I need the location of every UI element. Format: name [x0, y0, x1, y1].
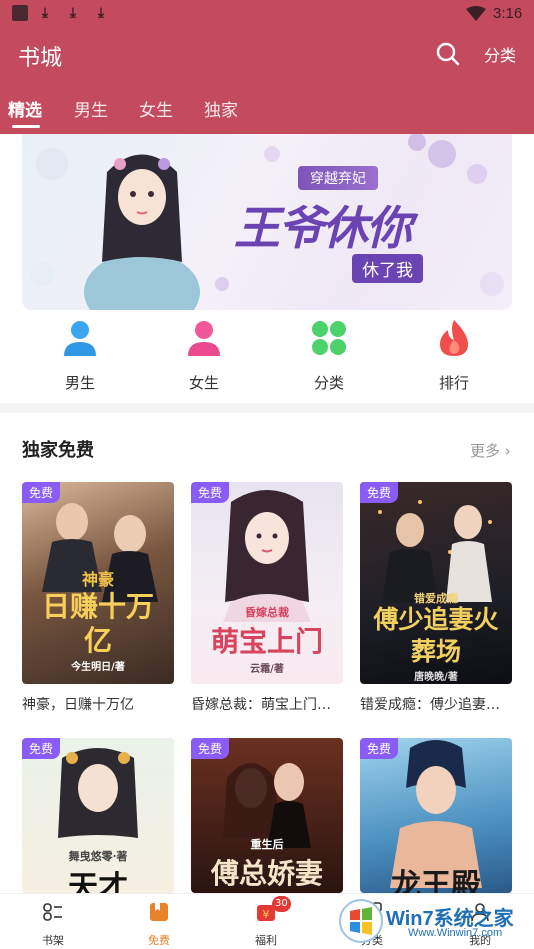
banner-title: 王爷休你: [234, 201, 412, 255]
section-divider: [0, 403, 534, 413]
nav-welfare[interactable]: ¥ 30 福利: [236, 896, 296, 948]
quick-nav-male[interactable]: 男生: [40, 314, 120, 394]
cover-title: 龙王殿: [391, 868, 481, 893]
nav-label: 免费: [148, 934, 170, 947]
cover-title: 傅总娇妻: [210, 857, 323, 890]
search-icon[interactable]: [434, 40, 462, 68]
watermark: Win7系统之家 Www.Winwin7.com: [338, 896, 530, 946]
book-cover: 免费 重生后 傅总娇妻: [191, 738, 343, 893]
cover-author: 云霜/著: [250, 664, 284, 675]
quick-nav: 男生 女生 分类 排行: [0, 314, 534, 400]
top-tabs: 精选 男生 女生 独家: [0, 92, 534, 132]
page-title: 书城: [18, 46, 63, 71]
free-badge: 免费: [360, 482, 399, 503]
free-badge: 免费: [191, 738, 230, 759]
app-header: ⤓ ⤓ ⤓ 3:16 书城 分类 精选 男生 女生 独家: [0, 0, 534, 134]
cover-title: 天才: [68, 870, 128, 893]
quick-nav-female[interactable]: 女生: [164, 314, 244, 394]
welfare-badge: 30: [272, 896, 291, 912]
book-cover: 免费 舞曳悠零·著 天才: [22, 738, 174, 893]
cover-subtitle: 昏嫁总裁: [245, 606, 289, 619]
book-cover: 免费 神豪 日赚十万亿 今生明日/著: [22, 482, 174, 684]
app-notification-icon: [12, 5, 28, 21]
banner-subtitle: 休了我: [352, 254, 423, 283]
tab-male[interactable]: 男生: [74, 96, 108, 121]
chevron-right-icon: ›: [500, 442, 511, 460]
tab-exclusive[interactable]: 独家: [204, 96, 238, 121]
wifi-icon: [466, 6, 486, 21]
book-title: 神豪，日赚十万亿: [22, 697, 134, 713]
watermark-url: Www.Winwin7.com: [408, 927, 503, 939]
quick-nav-label: 排行: [438, 374, 469, 392]
cover-subtitle: 重生后: [250, 838, 284, 851]
book-card[interactable]: 免费 舞曳悠零·著 天才: [22, 738, 174, 893]
free-badge: 免费: [22, 738, 61, 759]
section-title: 独家免费: [22, 440, 94, 461]
nav-bookshelf[interactable]: 书架: [23, 900, 83, 948]
book-title: 昏嫁总裁：萌宝上门…: [191, 697, 331, 713]
grid-icon: [312, 321, 346, 355]
banner-tag: 穿越弃妃: [298, 166, 378, 190]
banner-character-image: [84, 154, 200, 310]
download-icon: ⤓: [69, 5, 77, 21]
free-book-icon: [150, 903, 168, 921]
book-card[interactable]: 免费 神豪 日赚十万亿 今生明日/著 神豪，日赚十万亿: [22, 482, 174, 714]
category-button[interactable]: 分类: [484, 42, 516, 66]
female-user-icon: [188, 321, 220, 356]
quick-nav-ranking[interactable]: 排行: [414, 314, 494, 394]
status-bar: ⤓ ⤓ ⤓ 3:16: [0, 0, 534, 30]
download-icon: ⤓: [41, 5, 49, 21]
cover-title: 傅少追妻火葬场: [373, 605, 499, 666]
quick-nav-label: 女生: [188, 374, 219, 392]
promo-banner[interactable]: 穿越弃妃 王爷休你 休了我: [22, 134, 512, 310]
more-label: 更多: [470, 442, 501, 460]
active-tab-indicator: [12, 125, 40, 128]
more-link[interactable]: 更多 ›: [470, 440, 511, 461]
free-badge: 免费: [22, 482, 61, 503]
male-user-icon: [64, 321, 96, 356]
book-card[interactable]: 免费 昏嫁总裁 萌宝上门 云霜/著 昏嫁总裁：萌宝上门…: [191, 482, 343, 714]
free-badge: 免费: [191, 482, 230, 503]
svg-text:¥: ¥: [263, 908, 270, 921]
book-title: 错爱成瘾：傅少追妻…: [360, 697, 500, 713]
book-card[interactable]: 免费 错爱成瘾 傅少追妻火葬场 唐晚晚/著 错爱成瘾：傅少追妻…: [360, 482, 512, 714]
nav-free[interactable]: 免费: [129, 900, 189, 948]
book-card[interactable]: 免费 龙王殿: [360, 738, 512, 893]
download-icon: ⤓: [97, 5, 105, 21]
book-card[interactable]: 免费 重生后 傅总娇妻: [191, 738, 343, 893]
book-cover: 免费 错爱成瘾 傅少追妻火葬场 唐晚晚/著: [360, 482, 512, 684]
book-cover: 免费 龙王殿: [360, 738, 512, 893]
free-badge: 免费: [360, 738, 399, 759]
book-cover: 免费 昏嫁总裁 萌宝上门 云霜/著: [191, 482, 343, 684]
nav-label: 书架: [42, 934, 64, 947]
cover-title: 日赚十万亿: [41, 590, 154, 657]
cover-subtitle: 神豪: [81, 570, 114, 589]
tab-female[interactable]: 女生: [139, 96, 173, 121]
quick-nav-label: 分类: [313, 374, 344, 392]
cover-title: 萌宝上门: [210, 625, 323, 658]
flame-icon: [440, 320, 468, 356]
cover-author: 唐晚晚/著: [414, 672, 458, 683]
tab-featured[interactable]: 精选: [8, 96, 42, 121]
windows-logo-icon: [339, 899, 383, 943]
status-time: 3:16: [493, 5, 523, 22]
cover-author: 今生明日/著: [71, 662, 125, 673]
bookshelf-icon: [43, 903, 62, 921]
nav-label: 福利: [255, 934, 277, 947]
quick-nav-category[interactable]: 分类: [289, 314, 369, 394]
quick-nav-label: 男生: [64, 374, 95, 392]
